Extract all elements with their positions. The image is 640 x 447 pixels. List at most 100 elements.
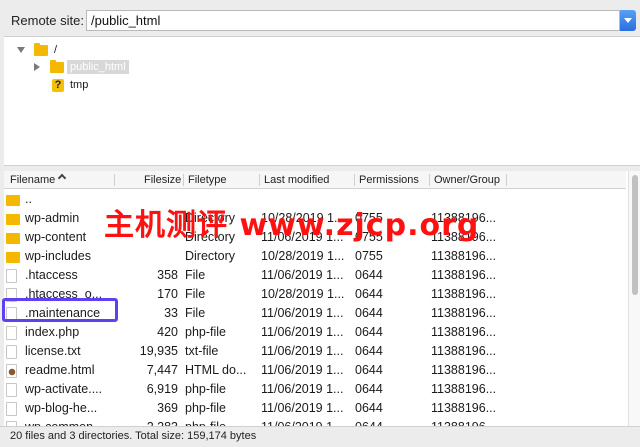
column-header-filetype[interactable]: Filetype (188, 174, 227, 186)
file-last-modified: 11/06/2019 1... (261, 401, 344, 415)
remote-directory-tree: / public_html ? tmp (4, 36, 640, 166)
file-permissions: 0644 (355, 363, 383, 377)
file-owner-group: 11388196... (431, 382, 497, 396)
status-bar: 20 files and 3 directories. Total size: … (0, 426, 640, 447)
file-list-row[interactable]: .htaccess 358 File 11/06/2019 1... 0644 11388… (4, 266, 626, 285)
remote-path-input[interactable]: /public_html (86, 10, 620, 31)
remote-path-dropdown-button[interactable] (620, 10, 636, 31)
file-type: php-file (185, 401, 226, 415)
tree-item-label: / (54, 44, 58, 56)
folder-icon (6, 252, 20, 266)
tree-item-root[interactable]: / (17, 42, 57, 58)
file-permissions: 0644 (355, 306, 383, 320)
column-divider[interactable] (354, 174, 355, 186)
file-size: 19,935 (139, 344, 178, 358)
remote-site-bar: Remote site: /public_html (0, 0, 640, 36)
file-permissions: 0644 (355, 287, 383, 301)
file-icon (6, 269, 17, 286)
file-list-row[interactable]: readme.html 7,447 HTML do... 11/06/2019 1..… (4, 361, 626, 380)
folder-icon (6, 214, 20, 228)
file-list-row[interactable]: wp-commen...2,283php-file11/06/2019 1...… (4, 418, 626, 426)
column-divider[interactable] (114, 174, 115, 186)
file-permissions: 0644 (355, 401, 383, 415)
file-type: txt-file (185, 344, 219, 358)
file-list-row[interactable]: index.php 420 php-file 11/06/2019 1... 0644 1… (4, 323, 626, 342)
file-icon (6, 383, 17, 400)
file-permissions: 0644 (355, 344, 383, 358)
file-permissions: 0644 (355, 325, 383, 339)
file-name: index.php (25, 325, 80, 339)
file-size: 358 (157, 268, 178, 282)
unknown-folder-icon: ? (52, 78, 64, 92)
vertical-scrollbar[interactable] (628, 171, 640, 426)
tree-item-label: public_html (67, 60, 129, 74)
file-last-modified: 11/06/2019 1... (261, 344, 344, 358)
file-icon (6, 345, 17, 362)
column-header-last-modified[interactable]: Last modified (264, 174, 329, 186)
column-divider[interactable] (259, 174, 260, 186)
file-name: .htaccess (25, 268, 78, 282)
file-list-header: Filename Filesize Filetype Last modified… (4, 171, 626, 189)
file-last-modified: 11/06/2019 1... (261, 363, 344, 377)
column-header-filesize[interactable]: Filesize (144, 174, 181, 186)
maintenance-highlight-box (2, 298, 118, 322)
file-name: readme.html (25, 363, 95, 377)
file-owner-group: 11388196... (431, 249, 497, 263)
file-icon (6, 326, 17, 343)
file-type: File (185, 268, 206, 282)
file-size: 33 (164, 306, 178, 320)
file-type: File (185, 287, 206, 301)
watermark-text: 主机测评 www.zjcp.org (104, 208, 480, 243)
file-owner-group: 11388196... (431, 363, 497, 377)
file-owner-group: 11388196... (431, 401, 497, 415)
folder-icon (6, 233, 20, 247)
tree-item-tmp[interactable]: ? tmp (52, 77, 88, 93)
file-permissions: 0755 (355, 249, 383, 263)
file-owner-group: 11388196... (431, 344, 497, 358)
file-owner-group: 11388196... (431, 287, 497, 301)
column-header-owner-group[interactable]: Owner/Group (434, 174, 500, 186)
column-header-permissions[interactable]: Permissions (359, 174, 419, 186)
expand-open-icon[interactable] (17, 47, 25, 53)
file-name: wp-includes (25, 249, 92, 263)
file-last-modified: 10/28/2019 1... (261, 249, 345, 263)
html-file-icon (6, 364, 17, 381)
column-header-filename[interactable]: Filename (10, 173, 67, 186)
file-size: 369 (157, 401, 178, 415)
file-type: php-file (185, 382, 226, 396)
file-name: wp-activate.... (25, 382, 103, 396)
file-size: 420 (157, 325, 178, 339)
folder-icon (50, 59, 64, 73)
expand-closed-icon[interactable] (34, 63, 40, 71)
scrollbar-thumb[interactable] (632, 175, 638, 295)
file-name: wp-blog-he... (25, 401, 98, 415)
file-owner-group: 11388196... (431, 268, 497, 282)
file-type: Directory (185, 249, 236, 263)
file-type: php-file (185, 325, 226, 339)
file-icon (6, 402, 17, 419)
file-list-row[interactable]: wp-blog-he... 369 php-file 11/06/2019 1... 0… (4, 399, 626, 418)
file-size: 170 (157, 287, 178, 301)
file-owner-group: 11388196... (431, 306, 497, 320)
file-last-modified: 11/06/2019 1... (261, 382, 344, 396)
file-list-row[interactable]: wp-includes Directory 10/28/2019 1... 0755 1… (4, 247, 626, 266)
file-owner-group: 11388196... (431, 325, 497, 339)
file-type: File (185, 306, 206, 320)
file-list-row[interactable]: license.txt 19,935 txt-file 11/06/2019 1...… (4, 342, 626, 361)
file-size: 7,447 (146, 363, 178, 377)
file-type: HTML do... (185, 363, 247, 377)
folder-icon (34, 42, 48, 56)
file-name: license.txt (25, 344, 81, 358)
tree-item-public-html[interactable]: public_html (34, 59, 129, 75)
file-last-modified: 11/06/2019 1... (261, 268, 344, 282)
file-last-modified: 11/06/2019 1... (261, 325, 344, 339)
file-permissions: 0644 (355, 382, 383, 396)
column-divider[interactable] (183, 174, 184, 186)
sort-ascending-icon (58, 173, 67, 183)
file-last-modified: 11/06/2019 1... (261, 306, 344, 320)
column-divider[interactable] (506, 174, 507, 186)
tree-item-label: tmp (70, 79, 89, 91)
file-list-row[interactable]: wp-activate.... 6,919 php-file 11/06/2019 1… (4, 380, 626, 399)
column-divider[interactable] (429, 174, 430, 186)
file-size: 6,919 (146, 382, 178, 396)
